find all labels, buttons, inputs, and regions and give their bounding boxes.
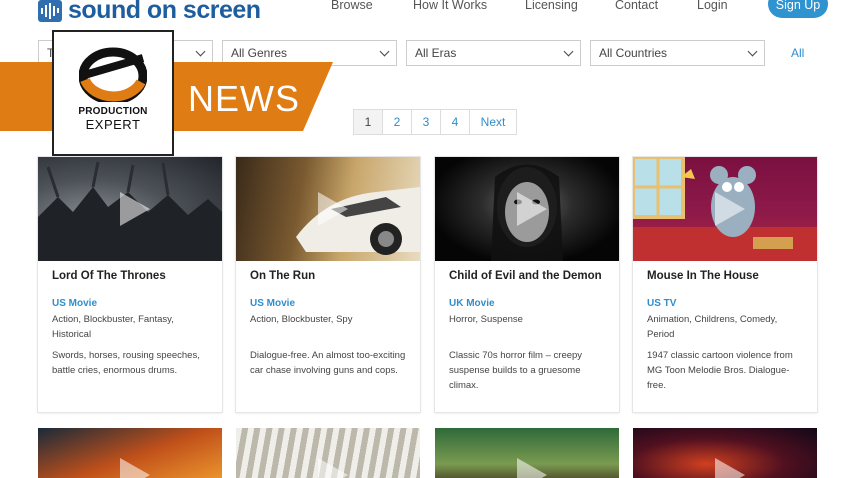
card-description: Swords, horses, rousing speeches, battle…	[52, 350, 200, 376]
sound-wave-icon	[38, 0, 62, 22]
card-title[interactable]: Lord Of The Thrones	[52, 270, 208, 298]
video-thumbnail[interactable]	[435, 157, 619, 261]
card-genres: Animation, Childrens, Comedy, Period	[647, 314, 778, 340]
era-select-value: All Eras	[415, 46, 457, 60]
card-description: Dialogue-free. An almost too-exciting ca…	[250, 350, 406, 376]
country-select[interactable]: All Countries	[590, 40, 765, 66]
news-banner-text: NEWS	[188, 78, 300, 119]
video-card[interactable]: Mouse In The House US TV Animation, Chil…	[633, 157, 817, 412]
page-2[interactable]: 2	[383, 110, 412, 134]
video-thumbnail[interactable]	[633, 157, 817, 261]
site-logo[interactable]: sound on screen	[38, 0, 261, 25]
chevron-down-icon	[195, 46, 206, 56]
card-genres: Horror, Suspense	[449, 314, 523, 325]
pagination: 1 2 3 4 Next	[353, 109, 517, 135]
badge-line-production: PRODUCTION	[78, 106, 148, 117]
play-icon	[715, 458, 745, 478]
page-3[interactable]: 3	[412, 110, 441, 134]
video-card[interactable]: Child of Evil and the Demon UK Movie Hor…	[435, 157, 619, 412]
play-icon	[318, 458, 348, 478]
chevron-down-icon	[747, 46, 758, 56]
video-thumbnail[interactable]	[435, 428, 619, 478]
genre-select-value: All Genres	[231, 46, 288, 60]
signup-button[interactable]: Sign Up	[768, 0, 828, 18]
play-icon	[120, 458, 150, 478]
page: sound on screen Browse How It Works Lice…	[0, 0, 850, 478]
video-thumbnail[interactable]	[38, 157, 222, 261]
video-thumbnail[interactable]	[633, 428, 817, 478]
badge-line-expert: EXPERT	[85, 117, 141, 132]
play-icon	[318, 192, 348, 226]
page-next[interactable]: Next	[470, 110, 516, 134]
card-description: Classic 70s horror film – creepy suspens…	[449, 350, 583, 391]
video-card[interactable]: On The Run US Movie Action, Blockbuster,…	[236, 157, 420, 412]
play-icon	[517, 192, 547, 226]
card-country: US Movie	[52, 298, 98, 309]
all-filter-link[interactable]: All	[791, 46, 804, 60]
chevron-down-icon	[563, 46, 574, 56]
play-icon	[517, 458, 547, 478]
card-country: UK Movie	[449, 298, 495, 309]
page-1[interactable]: 1	[354, 110, 383, 134]
production-expert-logo-icon	[79, 47, 147, 102]
page-4[interactable]: 4	[441, 110, 470, 134]
card-description: 1947 classic cartoon violence from MG To…	[647, 350, 793, 391]
card-title[interactable]: Mouse In The House	[647, 270, 803, 298]
video-thumbnail[interactable]	[38, 428, 222, 478]
video-thumbnail[interactable]	[236, 157, 420, 261]
production-expert-badge: PRODUCTION EXPERT	[52, 30, 174, 156]
card-country: US Movie	[250, 298, 296, 309]
card-country: US TV	[647, 298, 677, 309]
nav-licensing[interactable]: Licensing	[525, 0, 578, 12]
card-title[interactable]: Child of Evil and the Demon	[449, 270, 605, 298]
chevron-down-icon	[379, 46, 390, 56]
card-genres: Action, Blockbuster, Spy	[250, 314, 353, 325]
card-genres: Action, Blockbuster, Fantasy, Historical	[52, 314, 174, 340]
country-select-value: All Countries	[599, 46, 668, 60]
nav-login[interactable]: Login	[697, 0, 728, 12]
nav-contact[interactable]: Contact	[615, 0, 658, 12]
video-thumbnail[interactable]	[236, 428, 420, 478]
era-select[interactable]: All Eras	[406, 40, 581, 66]
brand-name: sound on screen	[68, 0, 261, 24]
card-title[interactable]: On The Run	[250, 270, 406, 298]
play-icon	[120, 192, 150, 226]
nav-browse[interactable]: Browse	[331, 0, 373, 12]
play-icon	[715, 192, 745, 226]
video-card[interactable]: Lord Of The Thrones US Movie Action, Blo…	[38, 157, 222, 412]
nav-how-it-works[interactable]: How It Works	[413, 0, 487, 12]
